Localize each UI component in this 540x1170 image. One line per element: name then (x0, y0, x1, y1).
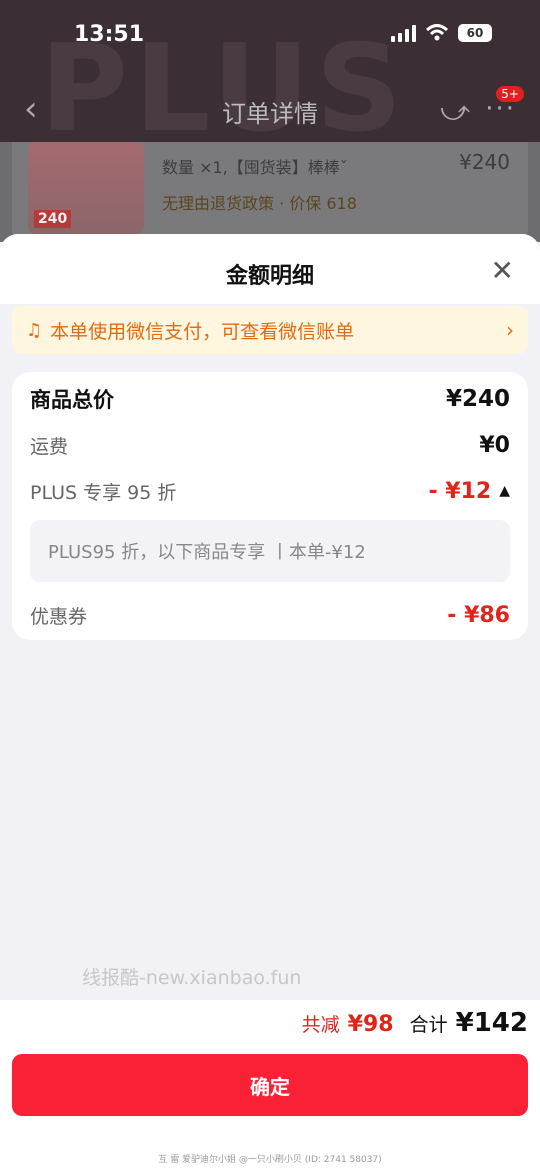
notice-text: 本单使用微信支付，可查看微信账单 (50, 320, 355, 343)
battery-icon: 60 (458, 24, 492, 42)
plus-discount-row[interactable]: PLUS 专享 95 折 - ¥12 ▲ (30, 476, 510, 506)
share-icon[interactable]: ⤻ (440, 94, 470, 128)
footer-note: 互 雷 爱驴迪尔小姐 @一只小刷小贝 (ID: 2741 58037) (158, 1155, 382, 1165)
background-header: PLUS 13:51 60 ‹ 订单详情 ⤻ ··· 5+ (0, 0, 540, 159)
shipping-label: 运费 (30, 435, 69, 458)
sheet-title: 金额明细 (225, 264, 314, 289)
plus-discount-note: PLUS95 折，以下商品专享 丨本单-¥12 (30, 520, 510, 582)
status-time: 13:51 (74, 22, 145, 47)
total-row: 商品总价 ¥240 (30, 384, 510, 414)
product-policy: 无理由退货政策 · 价保 618 (162, 194, 357, 213)
message-badge: 5+ (496, 86, 524, 102)
product-thumbnail: 240 (28, 142, 144, 234)
status-icons: 60 (391, 24, 492, 42)
bottom-bar: 共减 ¥98 合计 ¥142 确定 互 雷 爱驴迪尔小姐 @一只小刷小贝 (ID… (0, 1000, 540, 1170)
grand-total-label: 合计 (409, 1014, 448, 1036)
plus-discount-label: PLUS 专享 95 折 (30, 481, 177, 504)
confirm-button[interactable]: 确定 (12, 1054, 528, 1116)
total-value: ¥240 (445, 386, 510, 412)
shipping-row: 运费 ¥0 (30, 430, 510, 460)
chevron-up-icon[interactable]: ▲ (499, 483, 510, 499)
shipping-value: ¥0 (479, 432, 510, 458)
plus-discount-value: - ¥12 (428, 478, 492, 504)
wifi-icon (426, 24, 448, 41)
product-quantity: 数量 ×1,【囤货装】棒棒ˇ (162, 158, 348, 177)
discount-value: ¥98 (347, 1012, 394, 1037)
coupon-value: - ¥86 (447, 602, 510, 628)
product-price: ¥240 (459, 150, 510, 174)
background-product: 240 数量 ×1,【囤货装】棒棒ˇ 无理由退货政策 · 价保 618 ¥240 (0, 142, 540, 242)
signal-icon (391, 24, 416, 42)
amount-detail-card: 商品总价 ¥240 运费 ¥0 PLUS 专享 95 折 - ¥12 ▲ PLU… (12, 372, 528, 640)
close-icon[interactable]: ✕ (491, 254, 514, 287)
price-summary: 共减 ¥98 合计 ¥142 (302, 1008, 528, 1038)
total-label: 商品总价 (30, 388, 114, 412)
bell-icon: ♫ (26, 319, 43, 341)
coupon-row: 优惠券 - ¥86 (30, 600, 510, 630)
coupon-label: 优惠券 (30, 605, 88, 628)
discount-label: 共减 (301, 1014, 340, 1036)
thumb-price: 240 (34, 210, 72, 228)
chevron-right-icon: › (506, 318, 514, 342)
wechat-pay-notice[interactable]: ♫ 本单使用微信支付，可查看微信账单 › (12, 306, 528, 354)
sheet-header: 金额明细 ✕ (0, 234, 540, 304)
site-watermark: 线报酷-new.xianbao.fun (82, 967, 302, 989)
grand-total-value: ¥142 (455, 1008, 528, 1038)
